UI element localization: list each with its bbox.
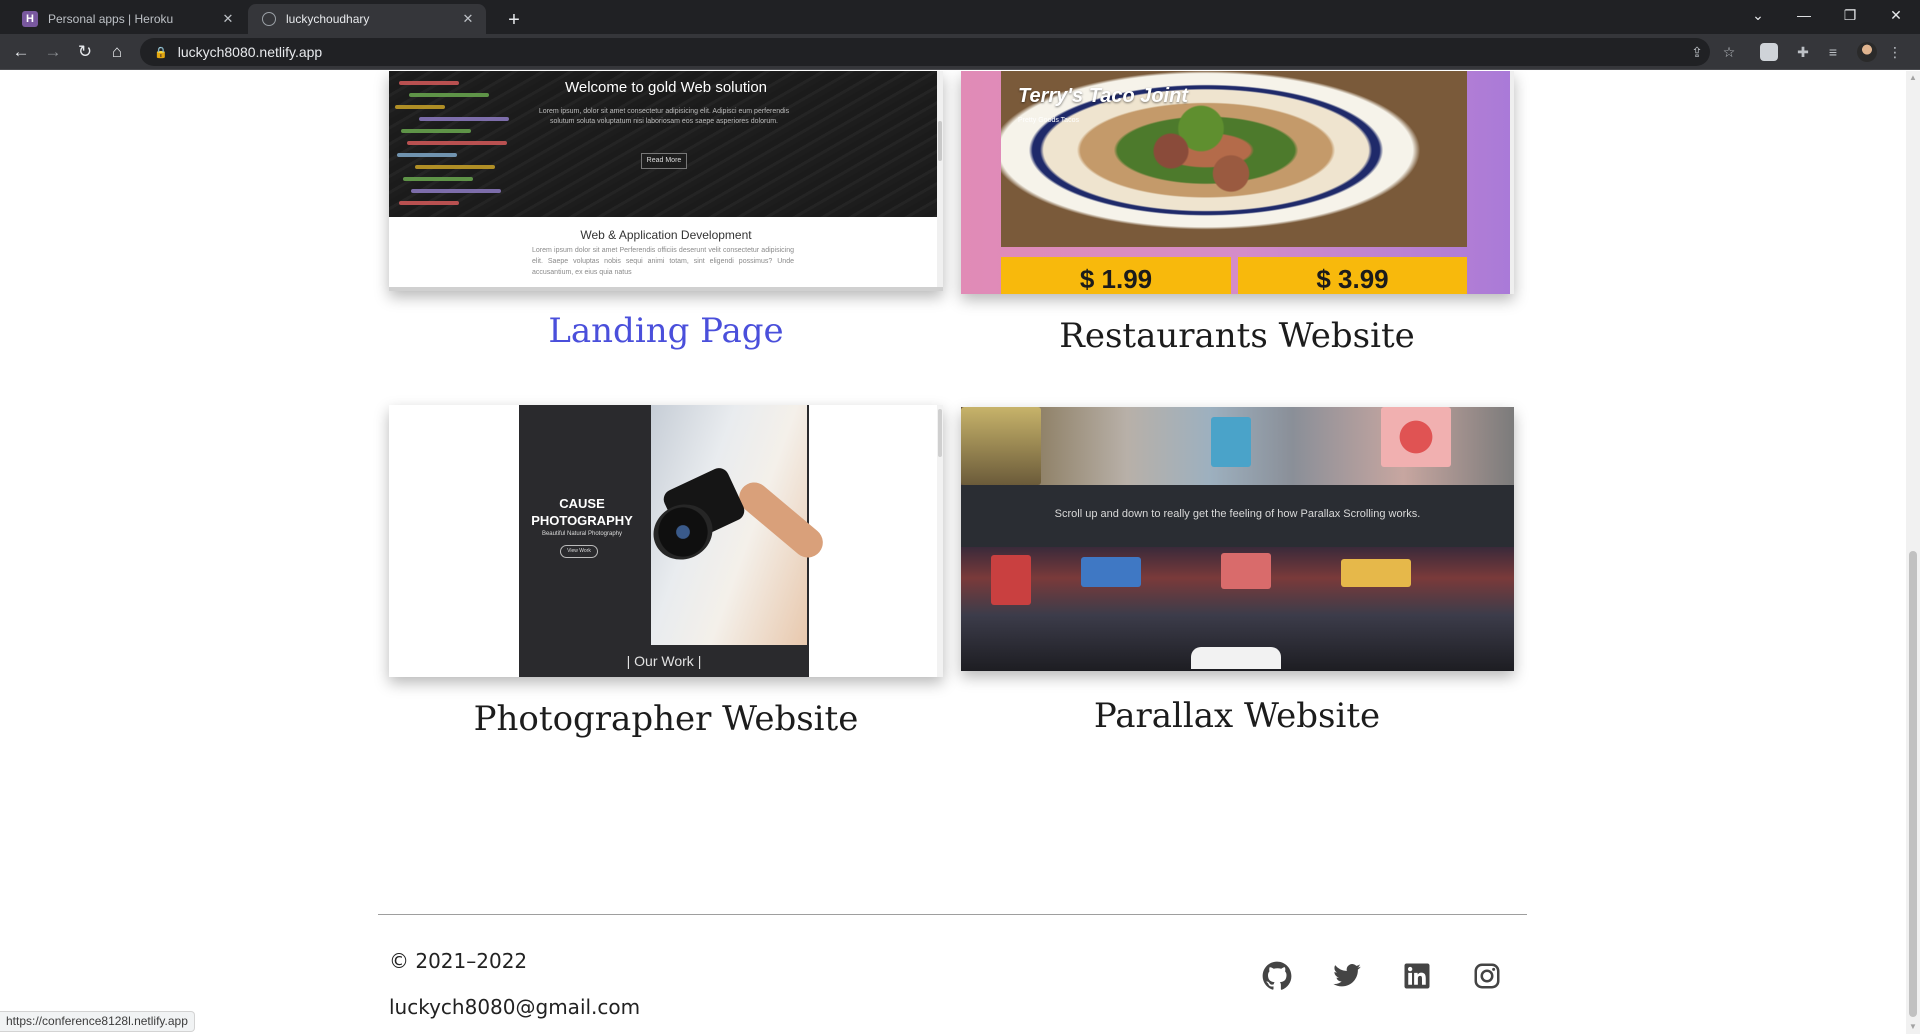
preview-caption: | Our Work |: [626, 653, 702, 669]
puzzle-icon[interactable]: ✚: [1790, 39, 1816, 65]
tab-search-icon[interactable]: ⌄: [1735, 0, 1781, 30]
preview-brand: CAUSE PHOTOGRAPHY: [519, 495, 645, 529]
globe-icon: [262, 12, 276, 26]
preview-brand-line2: PHOTOGRAPHY: [531, 513, 633, 528]
preview-tagline: Pretty Goods Tacos: [1018, 117, 1079, 124]
preview-brand-line1: CAUSE: [559, 496, 605, 511]
preview-section-title: Web & Application Development: [580, 228, 752, 242]
preview-tagline: Beautiful Natural Photography: [541, 531, 623, 537]
linkedin-icon[interactable]: [1402, 961, 1432, 991]
heroku-icon: H: [22, 11, 38, 27]
project-title-photographer[interactable]: Photographer Website: [390, 699, 942, 739]
tab-heroku[interactable]: H Personal apps | Heroku ✕: [8, 4, 246, 34]
tab-title: luckychoudhary: [286, 12, 370, 26]
reload-icon[interactable]: ↻: [72, 39, 98, 65]
preview-scrollbar: [1510, 71, 1514, 294]
close-window-button[interactable]: ✕: [1873, 0, 1919, 30]
close-icon[interactable]: ✕: [460, 11, 476, 27]
page-content: Welcome to gold Web solution Lorem ipsum…: [0, 71, 1906, 1034]
preview-read-more-button: Read More: [641, 153, 687, 169]
preview-divider: [389, 287, 943, 291]
footer-divider: [378, 914, 1527, 915]
extension-icon[interactable]: [1760, 43, 1778, 61]
preview-camera-image: [644, 405, 829, 645]
menu-icon[interactable]: ⋮: [1882, 39, 1908, 65]
project-card-photographer[interactable]: CAUSE PHOTOGRAPHY Beautiful Natural Phot…: [389, 405, 943, 677]
bookmark-star-icon[interactable]: ☆: [1716, 39, 1742, 65]
footer-copyright: © 2021–2022: [389, 949, 528, 973]
preview-city-image-top: [961, 407, 1514, 485]
profile-avatar[interactable]: [1857, 42, 1877, 62]
preview-banner-text: Scroll up and down to really get the fee…: [1054, 508, 1421, 520]
footer-email[interactable]: luckych8080@gmail.com: [389, 995, 640, 1019]
reading-list-icon[interactable]: ≡: [1820, 39, 1846, 65]
scrollbar-thumb[interactable]: [1909, 551, 1917, 1017]
link-status-bubble: https://conference8128l.netlify.app: [0, 1011, 195, 1032]
github-icon[interactable]: [1262, 961, 1292, 991]
lock-icon: 🔒: [154, 46, 168, 59]
project-card-restaurants[interactable]: Terry's Taco Joint Pretty Goods Tacos $ …: [961, 71, 1514, 294]
project-card-landing-page[interactable]: Welcome to gold Web solution Lorem ipsum…: [389, 71, 943, 291]
address-bar[interactable]: 🔒 luckych8080.netlify.app: [140, 38, 1710, 66]
close-icon[interactable]: ✕: [220, 11, 236, 27]
preview-dark-panel: CAUSE PHOTOGRAPHY Beautiful Natural Phot…: [519, 405, 829, 677]
scroll-down-arrow-icon[interactable]: ▼: [1906, 1020, 1920, 1034]
preview-section-text: Lorem ipsum dolor sit amet Perferendis o…: [532, 247, 794, 276]
tab-luckychoudhary[interactable]: luckychoudhary ✕: [248, 4, 486, 34]
project-title-restaurants[interactable]: Restaurants Website: [961, 316, 1513, 356]
project-title-landing-page[interactable]: Landing Page: [390, 311, 942, 351]
browser-tab-bar: H Personal apps | Heroku ✕ luckychoudhar…: [0, 0, 1920, 34]
url-text: luckych8080.netlify.app: [177, 44, 323, 60]
share-icon[interactable]: ⇪: [1684, 39, 1710, 65]
preview-view-work-button: View Work: [560, 545, 598, 558]
price-tag: $ 1.99: [1001, 257, 1231, 294]
minimize-button[interactable]: —: [1781, 0, 1827, 30]
browser-toolbar: ← → ↻ ⌂ 🔒 luckych8080.netlify.app ⇪ ☆ ✚ …: [0, 34, 1920, 70]
page-scrollbar[interactable]: ▲ ▼: [1906, 71, 1920, 1034]
instagram-icon[interactable]: [1472, 961, 1502, 991]
new-tab-button[interactable]: +: [500, 6, 528, 34]
preview-city-image-bottom: [961, 547, 1514, 671]
scroll-up-arrow-icon[interactable]: ▲: [1906, 71, 1920, 85]
home-icon[interactable]: ⌂: [104, 39, 130, 65]
project-title-parallax[interactable]: Parallax Website: [961, 696, 1513, 736]
tab-title: Personal apps | Heroku: [48, 12, 174, 26]
preview-hero: Welcome to gold Web solution Lorem ipsum…: [389, 71, 943, 217]
preview-brand: Terry's Taco Joint: [1018, 85, 1188, 107]
twitter-icon[interactable]: [1332, 961, 1362, 991]
preview-hero-text: Lorem ipsum, dolor sit amet consectetur …: [538, 108, 790, 125]
restore-button[interactable]: ❐: [1827, 0, 1873, 30]
preview-hero-title: Welcome to gold Web solution: [564, 79, 768, 96]
price-tag: $ 3.99: [1238, 257, 1467, 294]
preview-scrollbar: [937, 71, 943, 291]
project-card-parallax[interactable]: Scroll up and down to really get the fee…: [961, 407, 1514, 671]
back-icon[interactable]: ←: [8, 39, 34, 65]
preview-scrollbar: [937, 405, 943, 677]
forward-icon[interactable]: →: [40, 39, 66, 65]
